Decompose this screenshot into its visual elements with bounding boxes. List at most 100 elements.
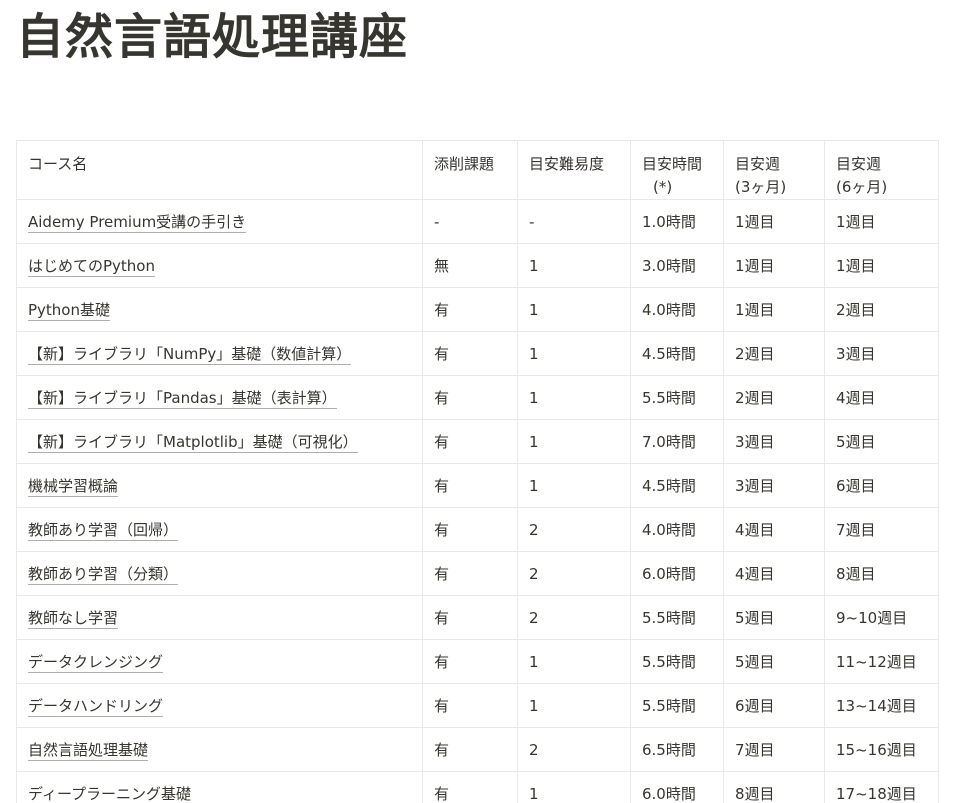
cell-week-6m: 6週目 [824, 463, 939, 508]
course-link[interactable]: 【新】ライブラリ「NumPy」基礎（数値計算） [28, 345, 352, 365]
cell-course-name: 機械学習概論 [16, 463, 423, 508]
cell-course-name: 教師なし学習 [16, 595, 423, 640]
cell-week-6m: 17~18週目 [824, 771, 939, 803]
cell-hours: 6.0時間 [630, 551, 724, 596]
course-link[interactable]: 【新】ライブラリ「Matplotlib」基礎（可視化） [28, 433, 358, 453]
cell-week-6m: 1週目 [824, 199, 939, 244]
cell-assignment: 有 [422, 331, 518, 376]
cell-difficulty: 1 [517, 419, 631, 464]
course-link[interactable]: 教師あり学習（分類） [28, 565, 179, 585]
header-line: 目安時間 [642, 155, 703, 173]
course-table: コース名 添削課題 目安難易度 目安時間 (*) 目安週 (3ヶ月) 目安週 (… [16, 140, 939, 803]
table-row: データクレンジング 有 1 5.5時間 5週目 11~12週目 [16, 639, 939, 684]
cell-week-6m: 4週目 [824, 375, 939, 420]
cell-course-name: 教師あり学習（回帰） [16, 507, 423, 552]
cell-course-name: 【新】ライブラリ「NumPy」基礎（数値計算） [16, 331, 423, 376]
cell-week-3m: 1週目 [723, 199, 825, 244]
cell-week-6m: 7週目 [824, 507, 939, 552]
header-difficulty: 目安難易度 [517, 140, 631, 200]
course-link[interactable]: データクレンジング [28, 653, 164, 673]
table-row: 【新】ライブラリ「Pandas」基礎（表計算） 有 1 5.5時間 2週目 4週目 [16, 375, 939, 420]
cell-difficulty: 1 [517, 771, 631, 803]
table-row: Aidemy Premium受講の手引き - -1.0時間 1週目 1週目 [16, 199, 939, 244]
cell-hours: 5.5時間 [630, 683, 724, 728]
course-link[interactable]: データハンドリング [28, 697, 164, 717]
cell-hours: 4.5時間 [630, 331, 724, 376]
cell-assignment: 有 [422, 551, 518, 596]
table-row: ディープラーニング基礎 有 1 6.0時間 8週目 17~18週目 [16, 771, 939, 803]
cell-assignment: 有 [422, 727, 518, 772]
table-body: Aidemy Premium受講の手引き - -1.0時間 1週目 1週目はじめてのPy… [16, 199, 939, 803]
cell-week-6m: 15~16週目 [824, 727, 939, 772]
cell-assignment: 有 [422, 595, 518, 640]
cell-difficulty: 1 [517, 243, 631, 288]
cell-assignment: 有 [422, 375, 518, 420]
table-row: はじめてのPython 無 1 3.0時間 1週目 1週目 [16, 243, 939, 288]
course-link[interactable]: 自然言語処理基礎 [28, 741, 149, 761]
header-assignment: 添削課題 [422, 140, 518, 200]
course-table-container: コース名 添削課題 目安難易度 目安時間 (*) 目安週 (3ヶ月) 目安週 (… [16, 140, 939, 803]
page-title: 自然言語処理講座 [16, 9, 409, 65]
header-line: 目安週 [735, 155, 781, 173]
cell-week-6m: 2週目 [824, 287, 939, 332]
cell-week-3m: 3週目 [723, 419, 825, 464]
table-row: 教師なし学習 有 2 5.5時間 5週目 9~10週目 [16, 595, 939, 640]
course-link[interactable]: 機械学習概論 [28, 477, 119, 497]
header-week-6m: 目安週 (6ヶ月) [824, 140, 939, 200]
cell-assignment: 無 [422, 243, 518, 288]
cell-week-3m: 4週目 [723, 551, 825, 596]
course-link[interactable]: 【新】ライブラリ「Pandas」基礎（表計算） [28, 389, 337, 409]
header-week-3m: 目安週 (3ヶ月) [723, 140, 825, 200]
cell-course-name: Python基礎 [16, 287, 423, 332]
course-link[interactable]: Python基礎 [28, 301, 110, 321]
table-row: 【新】ライブラリ「NumPy」基礎（数値計算） 有 1 4.5時間 2週目 3週目 [16, 331, 939, 376]
cell-hours: 1.0時間 [630, 199, 724, 244]
cell-difficulty: 1 [517, 375, 631, 420]
cell-assignment: 有 [422, 639, 518, 684]
cell-course-name: データハンドリング [16, 683, 423, 728]
table-row: 自然言語処理基礎 有 2 6.5時間 7週目 15~16週目 [16, 727, 939, 772]
header-line: 添削課題 [434, 155, 495, 173]
cell-difficulty: 1 [517, 331, 631, 376]
course-link[interactable]: 教師なし学習 [28, 609, 119, 629]
cell-assignment: 有 [422, 419, 518, 464]
header-line: (3ヶ月) [735, 178, 787, 196]
header-line: (*) [653, 178, 673, 196]
cell-assignment: 有 [422, 507, 518, 552]
cell-course-name: 【新】ライブラリ「Matplotlib」基礎（可視化） [16, 419, 423, 464]
course-link[interactable]: はじめてのPython [28, 257, 155, 277]
cell-hours: 5.5時間 [630, 375, 724, 420]
course-link[interactable]: Aidemy Premium受講の手引き [28, 213, 247, 233]
cell-difficulty: 1 [517, 683, 631, 728]
cell-assignment: 有 [422, 287, 518, 332]
cell-difficulty: 1 [517, 639, 631, 684]
cell-week-3m: 8週目 [723, 771, 825, 803]
cell-week-6m: 1週目 [824, 243, 939, 288]
course-link[interactable]: 教師あり学習（回帰） [28, 521, 179, 541]
table-row: 教師あり学習（分類） 有 2 6.0時間 4週目 8週目 [16, 551, 939, 596]
table-row: Python基礎 有 1 4.0時間 1週目 2週目 [16, 287, 939, 332]
cell-week-6m: 11~12週目 [824, 639, 939, 684]
cell-week-3m: 5週目 [723, 595, 825, 640]
cell-assignment: 有 [422, 771, 518, 803]
cell-week-3m: 2週目 [723, 375, 825, 420]
header-line: (6ヶ月) [836, 178, 888, 196]
cell-assignment: 有 [422, 683, 518, 728]
cell-week-6m: 5週目 [824, 419, 939, 464]
cell-week-6m: 13~14週目 [824, 683, 939, 728]
cell-week-6m: 8週目 [824, 551, 939, 596]
header-course-name: コース名 [16, 140, 423, 200]
cell-week-3m: 1週目 [723, 243, 825, 288]
header-line: 目安難易度 [529, 155, 605, 173]
cell-week-3m: 4週目 [723, 507, 825, 552]
cell-difficulty: 1 [517, 463, 631, 508]
header-hours: 目安時間 (*) [630, 140, 724, 200]
table-row: 教師あり学習（回帰） 有 2 4.0時間 4週目 7週目 [16, 507, 939, 552]
cell-week-3m: 6週目 [723, 683, 825, 728]
course-link[interactable]: ディープラーニング基礎 [28, 785, 192, 803]
cell-course-name: 【新】ライブラリ「Pandas」基礎（表計算） [16, 375, 423, 420]
cell-difficulty: 2 [517, 507, 631, 552]
cell-difficulty: 2 [517, 727, 631, 772]
cell-week-6m: 3週目 [824, 331, 939, 376]
cell-assignment: 有 [422, 463, 518, 508]
